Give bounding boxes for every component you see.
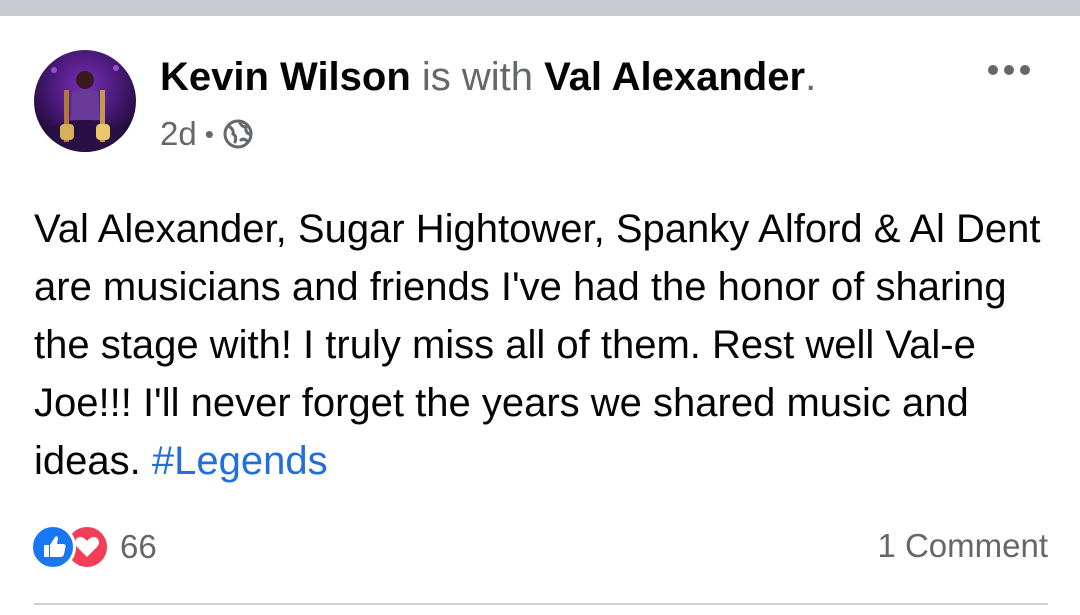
meta-separator: •: [204, 119, 214, 149]
post-meta: 2d •: [160, 114, 254, 154]
post-time[interactable]: 2d: [160, 114, 197, 154]
hashtag-link[interactable]: #Legends: [152, 439, 328, 483]
comment-count-link[interactable]: 1 Comment: [877, 526, 1048, 566]
more-options-icon[interactable]: [985, 60, 1033, 80]
reaction-count: 66: [120, 528, 157, 565]
post-header: Kevin Wilson is with Val Alexander.: [160, 53, 816, 101]
reactions-summary[interactable]: 66: [30, 524, 157, 570]
tagged-name[interactable]: Val Alexander: [544, 55, 805, 99]
avatar[interactable]: [34, 50, 136, 152]
author-name[interactable]: Kevin Wilson: [160, 55, 411, 99]
post-body: Val Alexander, Sugar Hightower, Spanky A…: [34, 200, 1044, 490]
top-separator-bar: [0, 0, 1080, 16]
like-icon: [30, 524, 76, 570]
period: .: [805, 55, 817, 99]
globe-icon[interactable]: [222, 118, 254, 150]
with-text: is with: [421, 55, 534, 99]
divider: [34, 603, 1048, 605]
